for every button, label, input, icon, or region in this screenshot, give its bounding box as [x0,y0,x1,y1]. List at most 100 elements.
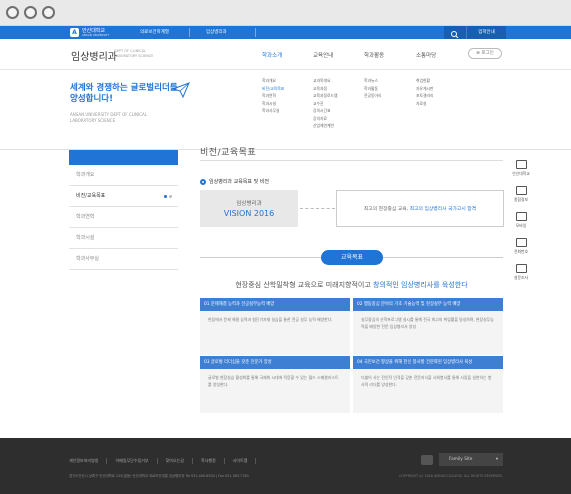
menu-item[interactable]: 학과뉴스 [364,77,416,85]
department-title[interactable]: 임상병리과 [71,48,117,63]
maximize-window-button[interactable] [42,6,55,19]
menu-item[interactable]: 강의자료 [313,115,365,123]
menu-item[interactable]: 자료실 [416,100,468,108]
footer-link-privacy[interactable]: 개인정보처리방침 [69,458,108,464]
division-select[interactable]: 의료보건학계열 [136,28,190,37]
mega-col-education: 교과목개요 교육과정 교육과정로드맵 교수진 강의시간표 강의자료 산업체연계반 [313,77,365,130]
department-select[interactable]: 임상병리과 [202,28,256,37]
bullet-icon [200,178,206,185]
active-indicator [164,195,172,198]
section-title-text: 임상병리과 교육목표 및 비전 [209,179,269,185]
menu-item[interactable]: 학과활동 [364,85,416,93]
slogan: 세계와 경쟁하는 글로벌리더를 양성합니다! [70,83,178,104]
section-title: 임상병리과 교육목표 및 비전 [200,178,269,185]
quick-item-phone[interactable]: 전화번호 [510,238,532,264]
menu-item[interactable]: 전공동아리 [364,92,416,100]
quick-item-portal[interactable]: 종합정보 [510,186,532,212]
mega-col-about: 학과개요 비전/교육목표 학과연혁 학과시설 학과사무실 [262,77,314,115]
menu-item[interactable]: 교육과정 [313,85,365,93]
gnb-item-community[interactable]: 소통마당 [416,51,436,59]
youtube-icon[interactable] [421,455,433,465]
menu-item[interactable]: 학과사무실 [262,107,314,115]
footer-link-sitemap[interactable]: 사이트맵 [225,458,257,464]
search-button[interactable] [444,26,466,39]
university-logo-icon: A [70,28,79,37]
lnb-item-facilities[interactable]: 학과시설 [69,228,178,249]
admission-link[interactable]: 입학안내 [466,26,506,39]
menu-item[interactable]: 자유게시판 [416,85,468,93]
menu-item[interactable]: 산업체연계반 [313,122,365,130]
lnb-item-office[interactable]: 학과사무실 [69,249,178,270]
goal-text-a: 현장중심 산학밀착형 교육으로 미래지향적이고 [235,281,374,289]
portal-icon [515,186,527,195]
family-site-label: Family Site [449,457,473,462]
lock-icon: ⊕ [476,51,480,56]
department-title-en: DEPT OF CLINICAL LABORATORY SCIENCE [114,49,154,58]
gnb-item-education[interactable]: 교육안내 [313,51,333,59]
menu-item[interactable]: 학과개요 [262,77,314,85]
quick-label: 전화번호 [514,249,528,254]
goal-card-title: 02 행동중심 분야의 기초 기술능력 및 현장실무 능력 배양 [353,298,503,311]
lnb-item-overview[interactable]: 학과개요 [69,165,178,186]
vision-statement: 최고의 현장중심 교육, 최고의 임상병리사 국가고시 합격 [336,190,504,227]
university-logo[interactable]: A 안산대학교 ANSAN UNIVERSITY [70,28,109,37]
goal-card-body: 글로벌 현장실습 활성화를 통해 국제화 시대에 적응할 수 있는 월드 스페셜… [208,375,339,387]
goal-card-3: 03 글로벌 리더십을 갖춘 전문가 양성 글로벌 현장실습 활성화를 통해 국… [200,356,350,413]
goal-card-body: 실무중심의 산학프로그램 실시를 통해 전국 최고의 취업률을 달성하며, 현장… [361,317,494,329]
vision-year: VISION 2016 [223,209,275,218]
gnb-item-about[interactable]: 학과소개 [262,51,282,59]
lnb-item-history[interactable]: 학과연혁 [69,207,178,228]
quick-menu: 안산대학교 종합정보 모바일 전화번호 설문조사 [510,160,532,290]
login-button[interactable]: ⊕ 로그인 [468,48,502,59]
goal-statement: 현장중심 산학밀착형 교육으로 미래지향적이고 창의적인 임상병리사를 육성한다 [200,280,503,290]
quick-label: 종합정보 [514,197,528,202]
goal-card-4: 04 국민보건 향상을 위해 헌신 봉사할 전문화된 임상병리사 육성 더불어 … [353,356,503,413]
goal-card-body: 더불어 사는 전인적 인격을 갖춘 전문지식을 사회봉사를 통해 사랑을 실천하… [361,375,492,387]
lnb-item-label: 비전/교육목표 [76,193,106,199]
menu-item[interactable]: 포토갤러리 [416,92,468,100]
site-header: 임상병리과 DEPT OF CLINICAL LABORATORY SCIENC… [0,39,571,70]
menu-item[interactable]: 교과목개요 [313,77,365,85]
phone-icon [515,238,527,247]
paper-plane-icon [172,82,190,98]
mega-menu: 세계와 경쟁하는 글로벌리더를 양성합니다! ANSAN UNIVERSITY … [0,70,571,150]
menu-item[interactable]: 강의시간표 [313,107,365,115]
goal-card-title: 01 문제해결 능력과 전공실무능력 배양 [200,298,350,311]
minimize-window-button[interactable] [24,6,37,19]
quick-label: 모바일 [515,223,527,228]
menu-item-active[interactable]: 비전/교육목표 [262,85,314,93]
footer-link-email[interactable]: 이메일무단수집거부 [107,458,158,464]
menu-item[interactable]: 학과시설 [262,100,314,108]
goal-card-title: 04 국민보건 향상을 위해 헌신 봉사할 전문화된 임상병리사 육성 [353,356,503,369]
local-nav-header [69,150,178,165]
main-content: 학과개요 비전/교육목표 학과연혁 학과시설 학과사무실 비전/교육목표 임상병… [0,148,571,438]
close-window-button[interactable] [6,6,19,19]
quick-item-university[interactable]: 안산대학교 [510,160,532,186]
menu-item[interactable]: 교육과정로드맵 [313,92,365,100]
title-divider [200,160,503,161]
quick-label: 설문조사 [514,275,528,280]
top-bar: A 안산대학교 ANSAN UNIVERSITY 의료보건학계열 임상병리과 입… [0,26,571,39]
gnb-item-activities[interactable]: 학과활동 [364,51,384,59]
goal-card-body: 현장에서 문제 해결 능력과 첨단기자재 실습을 통한 전공 실무 능력 배양한… [208,317,333,322]
mobile-icon [515,212,527,221]
goal-card-1: 01 문제해결 능력과 전공실무능력 배양 현장에서 문제 해결 능력과 첨단기… [200,298,350,355]
footer-address: 경기도안산시 상록구 안산대학로 155(일동) 안산대학교 의료보건계열 임상… [69,474,249,478]
chevron-down-icon: ▾ [495,457,498,462]
quick-item-survey[interactable]: 설문조사 [510,264,532,290]
vision-label: 임상병리과 [236,201,262,207]
lnb-item-vision[interactable]: 비전/교육목표 [69,186,178,207]
quick-item-mobile[interactable]: 모바일 [510,212,532,238]
footer-links: 개인정보처리방침 이메일무단수집거부 찾아오는길 학사행정 사이트맵 [69,458,257,464]
goal-card-title: 03 글로벌 리더십을 갖춘 전문가 양성 [200,356,350,369]
building-icon [515,160,527,169]
footer-link-academic[interactable]: 학사행정 [193,458,225,464]
copyright: COPYRIGHT (c) 2016 ANSAN COLLEGE. ALL RI… [398,474,503,478]
menu-item[interactable]: 교수진 [313,100,365,108]
vision-text-b: 최고의 임상병리사 국가고시 합격 [409,207,477,212]
menu-item[interactable]: 학과연혁 [262,92,314,100]
menu-item[interactable]: 취업현황 [416,77,468,85]
footer-link-directions[interactable]: 찾아오는길 [158,458,193,464]
family-site-select[interactable]: Family Site ▾ [439,453,503,466]
site-footer: 개인정보처리방침 이메일무단수집거부 찾아오는길 학사행정 사이트맵 경기도안산… [0,438,571,494]
